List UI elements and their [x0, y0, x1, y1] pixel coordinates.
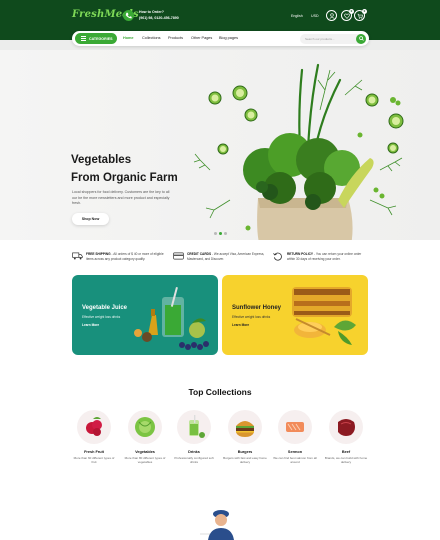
hero-description: Local shoppers for food delivery. Custom… — [72, 190, 170, 205]
nav-link-blog-pages[interactable]: Blog pages — [219, 36, 238, 40]
categories-label: CATEGORIES — [89, 36, 113, 41]
banner-subtitle: Effective weight loss drinks — [232, 315, 271, 319]
collection-image — [278, 410, 312, 444]
collection-image — [228, 410, 262, 444]
slider-dot-2[interactable] — [219, 232, 222, 235]
feature-text: RETURN POLICY - You can return your onli… — [287, 252, 362, 261]
categories-button[interactable]: CATEGORIES — [75, 33, 117, 44]
banner-learn-more-link[interactable]: Learn More — [82, 323, 99, 327]
nav-link-collections[interactable]: Collections — [142, 36, 161, 40]
collection-image — [128, 410, 162, 444]
collection-item[interactable]: Drinks Professionally configured soft dr… — [171, 410, 217, 464]
banner-learn-more-link[interactable]: Learn More — [232, 323, 249, 327]
banner-title: Sunflower Honey — [232, 305, 282, 311]
collection-image — [77, 410, 111, 444]
hero-title-line2: From Organic Farm — [71, 172, 178, 184]
cart-icon[interactable]: 0 — [354, 9, 367, 21]
slider-dot-1[interactable] — [214, 232, 217, 235]
collection-desc: Brands, we can build with home delivery — [324, 456, 368, 465]
return-icon — [273, 252, 282, 261]
nav-link-home[interactable]: Home — [123, 36, 134, 40]
collection-name: Burgers — [237, 450, 253, 454]
hero-title: Vegetables From Organic Farm — [71, 151, 178, 187]
hero-banner: Vegetables From Organic Farm Local shopp… — [0, 50, 440, 240]
search-bar[interactable]: Search our products... — [300, 33, 366, 44]
vegetable-juice-banner[interactable]: Vegetable Juice Effective weight loss dr… — [72, 275, 218, 355]
vegetable-bag-image — [193, 63, 404, 240]
account-icon[interactable] — [326, 10, 337, 21]
collection-desc: Professionally configured soft drinks — [174, 456, 214, 465]
slider-dot-3[interactable] — [224, 232, 227, 235]
collection-name: Vegetables — [135, 450, 155, 454]
banner-subtitle: Effective weight loss drinks — [82, 315, 121, 319]
collection-name: Drinks — [188, 450, 200, 454]
collection-desc: More than 60 different types of fruit — [73, 456, 115, 465]
collection-item[interactable]: Fresh Fruit More than 60 different types… — [71, 410, 117, 464]
search-input[interactable]: Search our products... — [305, 37, 335, 41]
phone-icon — [123, 10, 134, 21]
order-label: How to Order? — [139, 10, 164, 14]
menu-icon — [81, 36, 86, 41]
collection-item[interactable]: Beef Brands, we can build with home deli… — [323, 410, 369, 464]
collection-name: Fresh Fruit — [84, 450, 104, 454]
hero-title-line1: Vegetables — [71, 154, 132, 166]
nav-link-products[interactable]: Products — [168, 36, 183, 40]
delivery-person-image — [200, 510, 234, 540]
main-navigation: CATEGORIES Home Collections Products Oth… — [72, 31, 369, 46]
nav-link-other-pages[interactable]: Other Pages — [191, 36, 212, 40]
credit-card-icon — [173, 252, 184, 260]
currency-selector[interactable]: USD — [311, 14, 319, 18]
shop-now-button[interactable]: Shop Now — [72, 213, 109, 225]
order-phone[interactable]: (961) 98, 0120-456-7890 — [139, 16, 179, 20]
collection-desc: More than 80 different types of vegetabl… — [124, 456, 166, 465]
collection-item[interactable]: Burgers Burgers with fast and easy home … — [222, 410, 268, 464]
feature-text: FREE SHIPPING - All orders of $ 40 or mo… — [86, 252, 164, 261]
collection-name: Beef — [341, 450, 351, 454]
banner-title: Vegetable Juice — [82, 305, 128, 311]
sunflower-honey-banner[interactable]: Sunflower Honey Effective weight loss dr… — [222, 275, 368, 355]
wishlist-icon[interactable]: 0 — [341, 9, 354, 21]
collection-name: Sermon — [287, 450, 303, 454]
truck-icon — [72, 252, 83, 260]
search-icon — [358, 36, 364, 41]
collection-image — [177, 410, 211, 444]
section-title: Top Collections — [188, 387, 252, 397]
collection-item[interactable]: Sermon We can find best salmon from all … — [272, 410, 318, 464]
cart-count: 0 — [362, 9, 367, 14]
top-header: FreshMeals How to Order? (961) 98, 0120-… — [0, 0, 440, 33]
language-selector[interactable]: English — [291, 14, 303, 18]
search-button[interactable] — [356, 33, 366, 44]
feature-text: CREDIT CARDS - We accept Visa, American … — [187, 252, 265, 261]
collection-desc: Burgers with fast and easy home delivery — [223, 456, 267, 465]
collection-item[interactable]: Vegetables More than 80 different types … — [122, 410, 168, 464]
collection-image — [329, 410, 363, 444]
collection-desc: We can find best salmon from all around — [273, 456, 317, 465]
